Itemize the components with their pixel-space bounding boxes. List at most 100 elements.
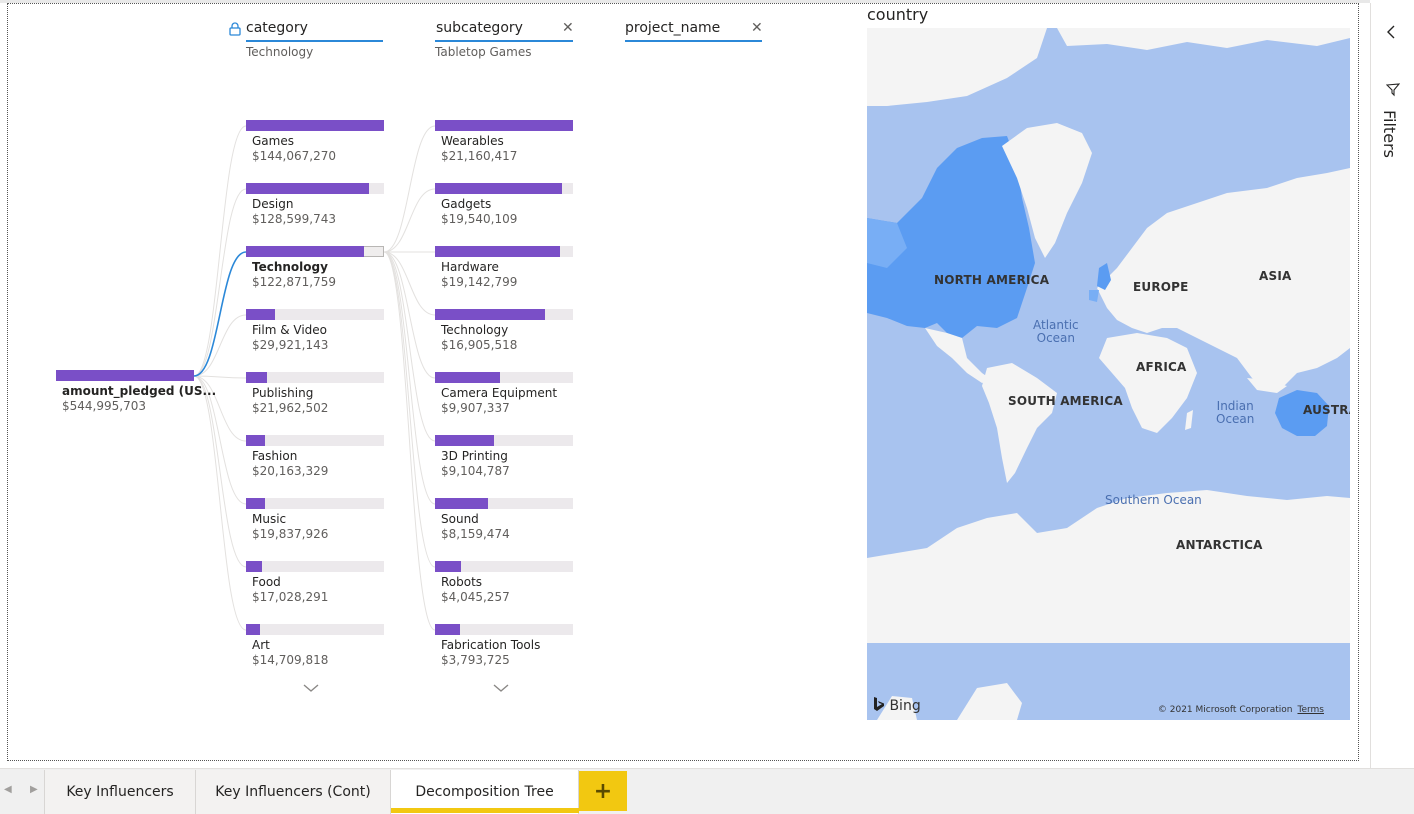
map-copyright: © 2021 Microsoft Corporation Terms (1158, 705, 1324, 715)
level-selection: Technology (246, 45, 314, 59)
node-value: $9,104,787 (441, 464, 510, 478)
node-label: Camera Equipment (441, 386, 558, 400)
node-label: Food (252, 575, 281, 589)
level-selection: Tabletop Games (435, 45, 532, 59)
close-icon[interactable]: ✕ (562, 20, 574, 36)
bar-track (246, 498, 384, 509)
ocean-label-indian: Indian Ocean (1216, 399, 1255, 426)
node-value: $8,159,474 (441, 527, 510, 541)
chevron-down-icon[interactable] (492, 683, 510, 693)
node-label: Fabrication Tools (441, 638, 541, 652)
map-label-antarctica: ANTARCTICA (1176, 538, 1263, 552)
node-label: Gadgets (441, 197, 492, 211)
filter-icon (1386, 83, 1400, 97)
bar-fill (435, 435, 494, 446)
node-label: Technology (252, 260, 328, 274)
node-value: $20,163,329 (252, 464, 329, 478)
bing-icon (874, 697, 884, 711)
node-label: amount_pledged (US... (62, 384, 217, 398)
node-label: Art (252, 638, 270, 652)
node-value: $19,837,926 (252, 527, 329, 541)
bar-fill (246, 498, 265, 509)
connector-line (383, 251, 436, 379)
node-value: $128,599,743 (252, 212, 336, 226)
level-underline (435, 40, 573, 42)
bar-fill (435, 498, 488, 509)
map-canvas (867, 28, 1350, 720)
map-title: country (867, 5, 929, 24)
connector-line (383, 251, 436, 631)
node-label: Wearables (441, 134, 504, 148)
report-canvas: category Technology subcategory ✕ Tablet… (0, 0, 1414, 814)
node-label: Sound (441, 512, 479, 526)
level-title: subcategory (436, 20, 523, 36)
node-value: $144,067,270 (252, 149, 336, 163)
node-label: Design (252, 197, 294, 211)
connector-line (193, 375, 247, 379)
node-value: $29,921,143 (252, 338, 329, 352)
bar-fill (435, 561, 461, 572)
copyright-text: © 2021 Microsoft Corporation (1157, 705, 1293, 715)
node-label: Technology (441, 323, 509, 337)
bar-fill (246, 561, 262, 572)
add-page-button[interactable]: + (579, 771, 627, 811)
node-label: Publishing (252, 386, 314, 400)
bar-track (246, 435, 384, 446)
ocean-label-southern: Southern Ocean (1105, 493, 1202, 507)
chevron-left-icon[interactable] (1385, 25, 1397, 39)
bar-fill (435, 246, 560, 257)
bar-fill (246, 372, 267, 383)
node-value: $9,907,337 (441, 401, 510, 415)
bar-fill (56, 370, 194, 381)
node-value: $544,995,703 (62, 399, 146, 413)
node-label: Fashion (252, 449, 298, 463)
bing-text: Bing (889, 698, 921, 714)
bar-fill (435, 624, 460, 635)
tab-key-influencers-cont[interactable]: Key Influencers (Cont) (196, 770, 391, 814)
bar-track (246, 624, 384, 635)
level-title: category (246, 20, 308, 36)
bar-fill (435, 183, 562, 194)
connector-line (193, 375, 247, 568)
bar-fill (246, 183, 369, 194)
bar-fill (246, 120, 384, 131)
connector-line (193, 375, 247, 631)
node-value: $14,709,818 (252, 653, 329, 667)
node-value: $19,142,799 (441, 275, 518, 289)
bar-fill (435, 120, 573, 131)
filled-map[interactable]: NORTH AMERICA EUROPE ASIA AFRICA SOUTH A… (867, 28, 1350, 720)
map-label-south-america: SOUTH AMERICA (1008, 394, 1123, 408)
node-label: 3D Printing (441, 449, 508, 463)
bar-fill (435, 309, 545, 320)
map-label-africa: AFRICA (1136, 360, 1187, 374)
lock-icon (229, 22, 241, 36)
map-label-asia: ASIA (1259, 269, 1292, 283)
filters-label[interactable]: Filters (1380, 110, 1399, 158)
next-page-icon[interactable]: ▶ (30, 784, 38, 795)
bar-fill (246, 624, 260, 635)
bar-fill (246, 435, 265, 446)
tab-key-influencers[interactable]: Key Influencers (44, 770, 196, 814)
node-label: Robots (441, 575, 483, 589)
bar-fill (435, 372, 500, 383)
node-value: $19,540,109 (441, 212, 518, 226)
node-label: Games (252, 134, 294, 148)
close-icon[interactable]: ✕ (751, 20, 763, 36)
active-tab-indicator (391, 808, 579, 813)
node-value: $4,045,257 (441, 590, 510, 604)
map-label-australia: AUSTRA (1303, 403, 1350, 417)
node-value: $122,871,759 (252, 275, 336, 289)
connector-line-selected (193, 251, 247, 377)
connector-line (383, 251, 436, 505)
bing-logo: Bing (873, 696, 921, 714)
chevron-down-icon[interactable] (302, 683, 320, 693)
connector-line (193, 188, 247, 377)
prev-page-icon[interactable]: ◀ (4, 784, 12, 795)
node-value: $21,160,417 (441, 149, 518, 163)
connector-line (383, 251, 436, 568)
node-value: $17,028,291 (252, 590, 329, 604)
bar-fill (246, 246, 364, 257)
terms-link[interactable]: Terms (1297, 705, 1324, 715)
connector-line (383, 125, 436, 253)
node-value: $21,962,502 (252, 401, 329, 415)
